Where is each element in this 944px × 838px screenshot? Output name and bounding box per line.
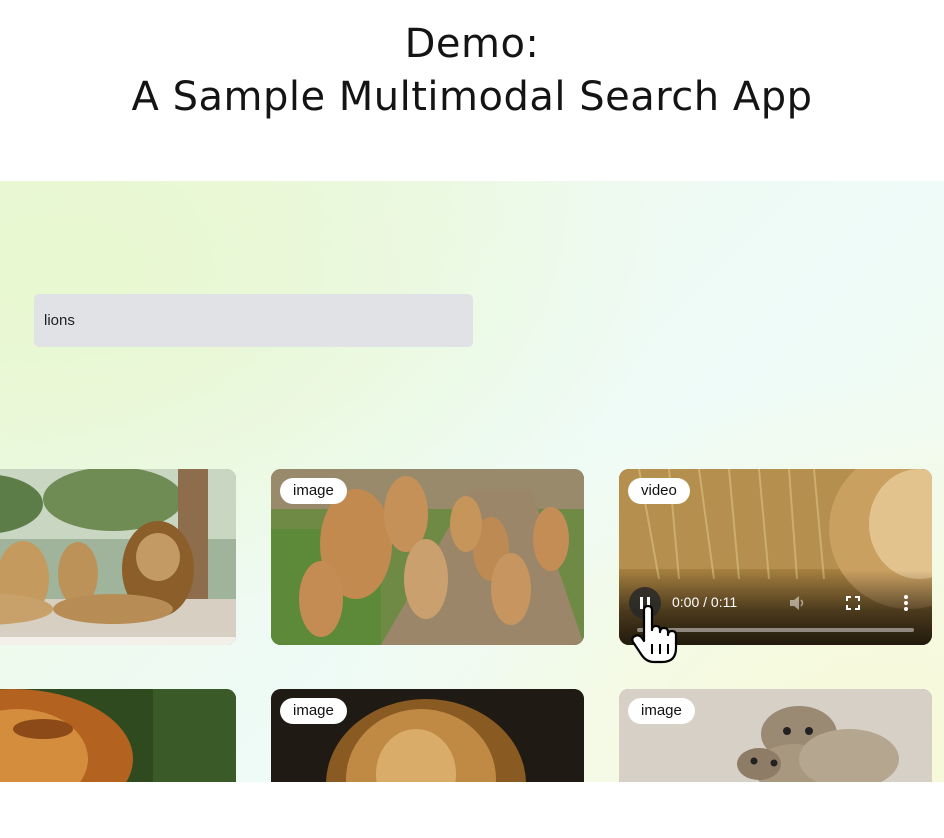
app-demo-frame: image video 0:00 / 0:11 [0,181,944,782]
page-title-line-2: A Sample Multimodal Search App [131,74,813,120]
result-card-lion-face[interactable] [0,689,236,782]
result-type-badge: image [628,698,695,724]
volume-icon[interactable] [787,593,807,613]
fullscreen-icon[interactable] [843,593,863,613]
result-type-badge: video [628,478,690,504]
lion-face-image [0,689,236,782]
lion-pride-image [0,469,236,645]
more-options-icon[interactable] [896,593,916,613]
result-card-lioness-cubs[interactable]: image [271,469,584,645]
search-input[interactable] [34,294,473,347]
result-type-badge: image [280,478,347,504]
result-type-badge: image [280,698,347,724]
result-card-lion-pride[interactable] [0,469,236,645]
hand-cursor-icon [631,604,678,664]
page-header: Demo: A Sample Multimodal Search App [0,18,944,124]
result-card-meerkats[interactable]: image [619,689,932,782]
page-title-line-1: Demo: [404,21,540,67]
result-card-male-lion[interactable]: image [271,689,584,782]
